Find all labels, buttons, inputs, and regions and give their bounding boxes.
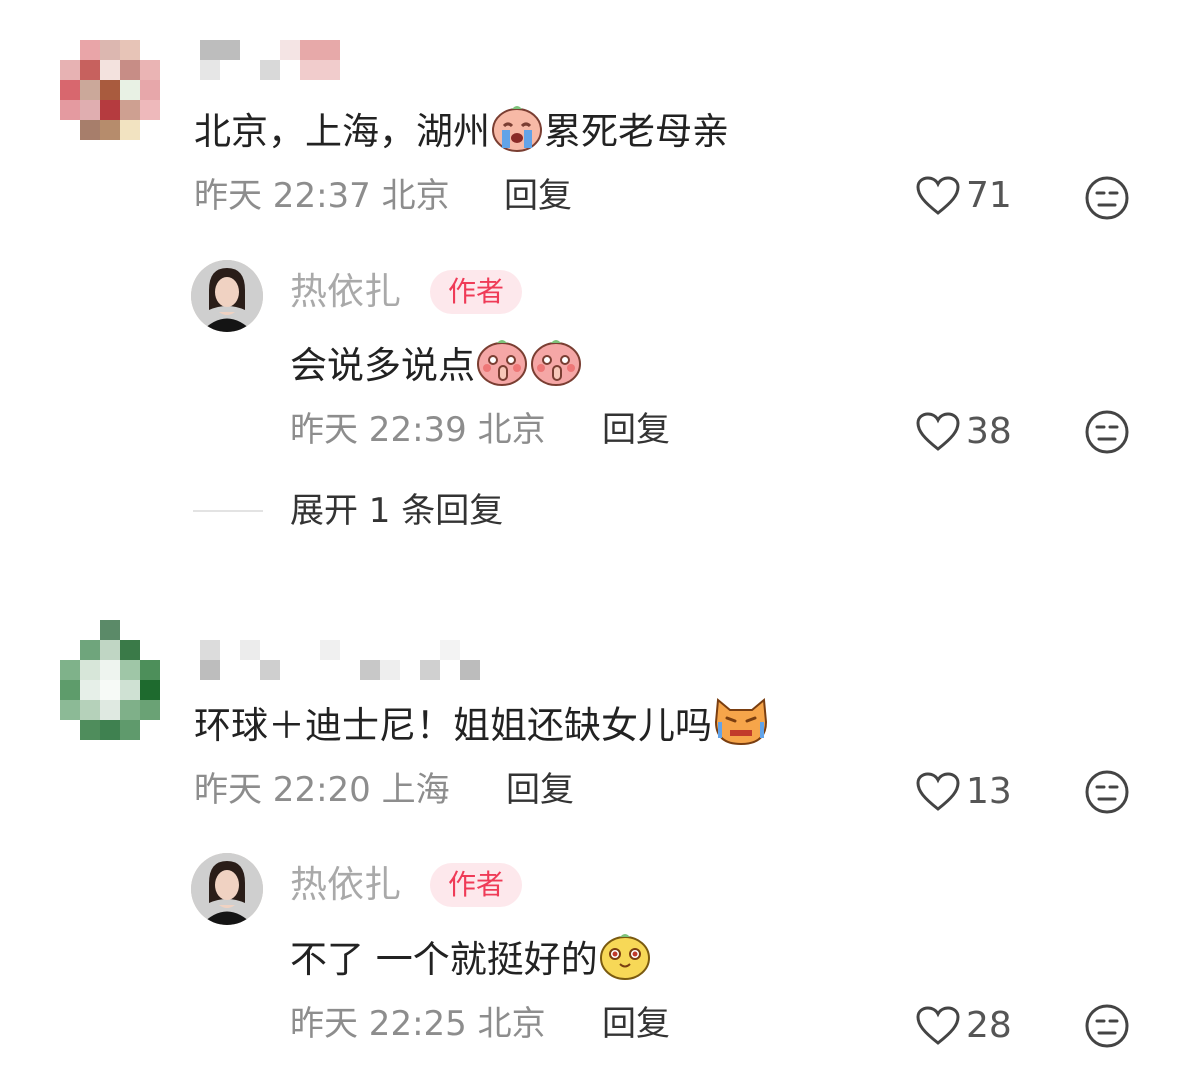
user-avatar[interactable] (60, 40, 160, 140)
comment-text-part2: 累死老母亲 (544, 110, 729, 153)
smiling-face-emoji (598, 930, 652, 992)
like-button[interactable]: 38 (916, 410, 1012, 454)
author-avatar[interactable] (191, 260, 263, 332)
reply-button[interactable]: 回复 (506, 768, 574, 812)
heart-icon (916, 772, 960, 812)
shushing-face-emoji (475, 336, 529, 398)
reply-time: 昨天 22:25 北京 (290, 1004, 546, 1044)
author-name[interactable]: 热依扎 (290, 268, 401, 316)
heart-icon (916, 176, 960, 216)
comment-text: 北京，上海，湖州 累死老母亲 (194, 102, 729, 164)
shushing-face-emoji (529, 336, 583, 398)
comment-text: 环球＋迪士尼！姐姐还缺女儿吗 (194, 696, 770, 758)
expand-divider (193, 510, 263, 512)
comment-time: 昨天 22:20 上海 (194, 770, 450, 810)
username-blurred[interactable] (200, 640, 480, 680)
like-button[interactable]: 13 (916, 770, 1012, 814)
dislike-button[interactable] (1084, 1003, 1130, 1053)
crying-face-emoji (490, 102, 544, 164)
like-count: 13 (966, 771, 1012, 812)
username-blurred[interactable] (200, 40, 340, 80)
like-button[interactable]: 71 (916, 174, 1012, 218)
comment-text-content: 环球＋迪士尼！姐姐还缺女儿吗 (194, 704, 712, 747)
reply-text-content: 不了 一个就挺好的 (290, 938, 598, 981)
author-avatar[interactable] (191, 853, 263, 925)
expand-replies-button[interactable]: 展开 1 条回复 (290, 489, 503, 533)
reply-text-content: 会说多说点 (290, 344, 475, 387)
neutral-face-icon (1084, 1004, 1130, 1053)
reply-text: 不了 一个就挺好的 (290, 930, 652, 992)
reply-time: 昨天 22:39 北京 (290, 410, 546, 450)
like-button[interactable]: 28 (916, 1004, 1012, 1048)
comment-text-part1: 北京，上海，湖州 (194, 110, 490, 153)
crying-cat-emoji (712, 696, 770, 758)
author-name[interactable]: 热依扎 (290, 861, 401, 909)
reply-button[interactable]: 回复 (602, 408, 670, 452)
neutral-face-icon (1084, 770, 1130, 819)
heart-icon (916, 412, 960, 452)
author-badge: 作者 (430, 270, 523, 314)
reply-text: 会说多说点 (290, 336, 583, 398)
dislike-button[interactable] (1084, 409, 1130, 459)
like-count: 28 (966, 1005, 1012, 1046)
user-avatar[interactable] (60, 620, 160, 740)
dislike-button[interactable] (1084, 769, 1130, 819)
comment-time: 昨天 22:37 北京 (194, 176, 450, 216)
reply-button[interactable]: 回复 (504, 174, 572, 218)
neutral-face-icon (1084, 176, 1130, 225)
heart-icon (916, 1006, 960, 1046)
like-count: 38 (966, 411, 1012, 452)
reply-button[interactable]: 回复 (602, 1002, 670, 1046)
like-count: 71 (966, 175, 1012, 216)
dislike-button[interactable] (1084, 175, 1130, 225)
author-badge: 作者 (430, 863, 523, 907)
neutral-face-icon (1084, 410, 1130, 459)
